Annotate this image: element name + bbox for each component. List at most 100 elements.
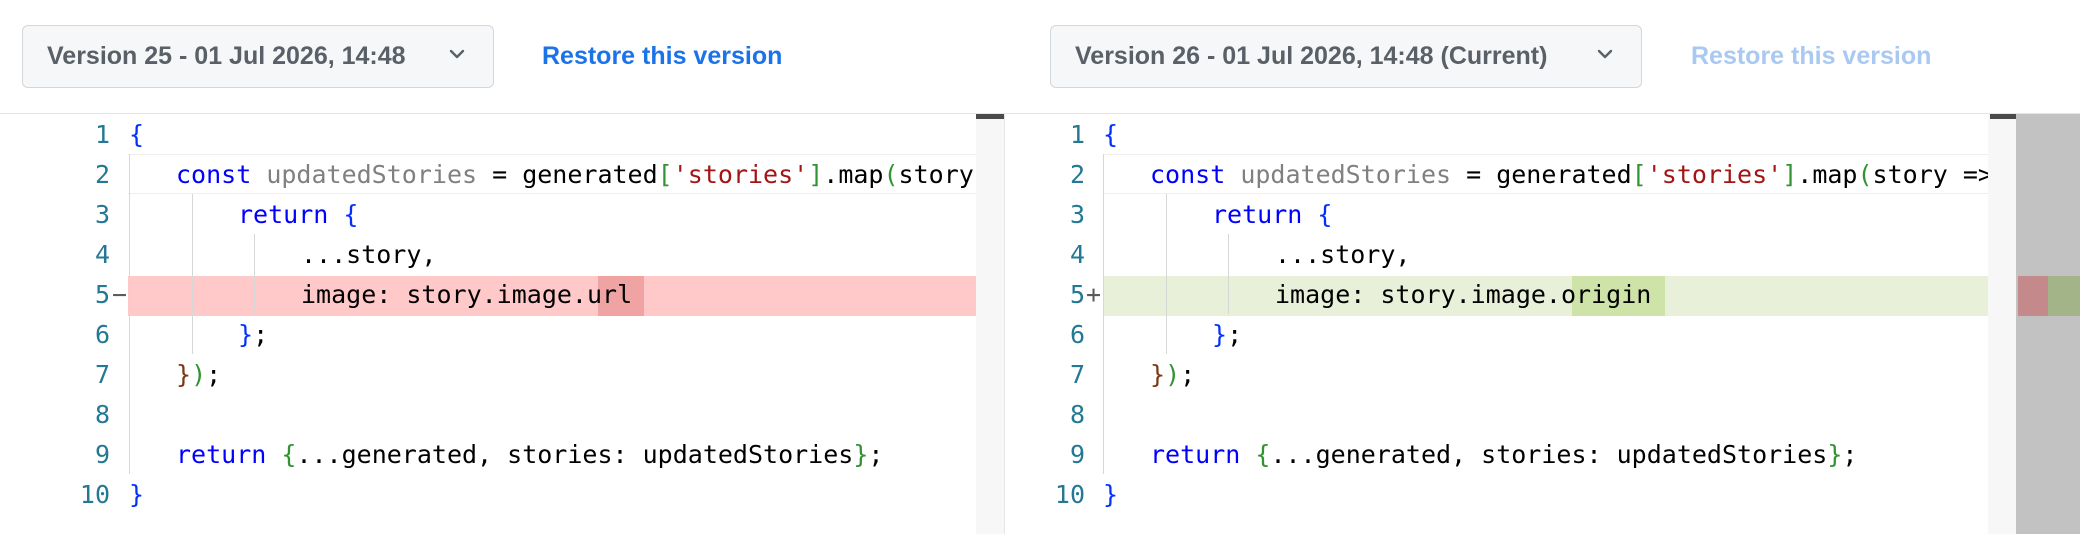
code-token: ) bbox=[191, 360, 207, 389]
code-line-9: return {...generated, stories: updatedSt… bbox=[176, 440, 883, 469]
code-token: = generated bbox=[477, 160, 658, 189]
code-token: ...story, bbox=[301, 240, 437, 269]
code-line-10: } bbox=[1103, 480, 1118, 509]
line-number: 10 bbox=[1054, 480, 1085, 509]
code-token: story => bbox=[1872, 160, 1993, 189]
code-line-6: }; bbox=[238, 320, 268, 349]
right-version-select[interactable]: Version 26 - 01 Jul 2026, 14:48 (Current… bbox=[1050, 25, 1642, 88]
code-token: { bbox=[1255, 440, 1271, 469]
code-line-2: const updatedStories = generated['storie… bbox=[1150, 160, 1993, 189]
code-token: ; bbox=[253, 320, 269, 349]
code-token: ...generated, stories: updatedStories bbox=[1270, 440, 1828, 469]
left-version-label: Version 25 - 01 Jul 2026, 14:48 bbox=[47, 42, 406, 70]
line-number: 3 bbox=[1069, 200, 1085, 229]
overview-added-marker bbox=[2048, 276, 2080, 316]
chevron-down-icon bbox=[449, 49, 465, 59]
added-word: origin bbox=[1560, 280, 1652, 309]
line-number: 6 bbox=[1069, 320, 1085, 349]
indent-guide bbox=[129, 154, 130, 474]
line-number: 1 bbox=[1069, 120, 1085, 149]
code-token: return bbox=[1150, 440, 1241, 469]
indent-guide bbox=[1166, 194, 1167, 354]
code-line-3: return { bbox=[238, 200, 358, 229]
line-number: 1 bbox=[94, 120, 110, 149]
code-line-1: { bbox=[129, 120, 144, 149]
code-token: = generated bbox=[1451, 160, 1632, 189]
line-number: 8 bbox=[94, 400, 110, 429]
right-editor-pane[interactable]: 1 2 3 4 5 6 7 8 9 10 + { const updatedSt… bbox=[1005, 114, 2016, 534]
code-line-1: { bbox=[1103, 120, 1118, 149]
code-token: ) bbox=[1165, 360, 1181, 389]
indent-guide bbox=[1228, 234, 1229, 314]
code-line-7: }); bbox=[176, 360, 221, 389]
code-token: ...story, bbox=[1275, 240, 1411, 269]
line-number: 7 bbox=[1069, 360, 1085, 389]
diff-overview-ruler[interactable] bbox=[2016, 114, 2080, 534]
code-line-2: const updatedStories = generated['storie… bbox=[176, 160, 974, 189]
indent-guide bbox=[192, 194, 193, 354]
left-version-select[interactable]: Version 25 - 01 Jul 2026, 14:48 bbox=[22, 25, 494, 88]
deleted-word: url bbox=[586, 280, 633, 309]
code-token: ; bbox=[1227, 320, 1243, 349]
right-version-label: Version 26 - 01 Jul 2026, 14:48 (Current… bbox=[1075, 42, 1548, 70]
overview-deleted-marker bbox=[2018, 276, 2048, 316]
code-token: { bbox=[343, 200, 359, 229]
code-token: ( bbox=[1857, 160, 1873, 189]
code-line-10: } bbox=[129, 480, 144, 509]
left-scroll-thumb[interactable] bbox=[976, 114, 1004, 119]
code-token: { bbox=[1103, 120, 1119, 149]
right-scroll-thumb[interactable] bbox=[1990, 114, 2016, 119]
code-token: ...generated, stories: updatedStories bbox=[296, 440, 854, 469]
code-token: { bbox=[281, 440, 297, 469]
line-number: 2 bbox=[1069, 160, 1085, 189]
line-number: 9 bbox=[1069, 440, 1085, 469]
line-number: 2 bbox=[94, 160, 110, 189]
code-token: } bbox=[1103, 480, 1119, 509]
code-token: updatedStories bbox=[1240, 160, 1452, 189]
code-token: ; bbox=[206, 360, 222, 389]
code-line-4: ...story, bbox=[1275, 240, 1410, 269]
code-line-3: return { bbox=[1212, 200, 1332, 229]
line-number: 4 bbox=[1069, 240, 1085, 269]
line-number: 3 bbox=[94, 200, 110, 229]
code-token: image: story.image. bbox=[301, 280, 587, 309]
code-token: } bbox=[853, 440, 869, 469]
left-editor-pane[interactable]: 1 2 3 4 5 6 7 8 9 10 − { const updatedSt… bbox=[0, 114, 1004, 534]
code-line-7: }); bbox=[1150, 360, 1195, 389]
code-token: return bbox=[176, 440, 267, 469]
right-scroll-track[interactable] bbox=[1988, 114, 2016, 534]
code-token: ] bbox=[1782, 160, 1798, 189]
code-line-4: ...story, bbox=[301, 240, 436, 269]
line-number: 8 bbox=[1069, 400, 1085, 429]
code-token: updatedStories bbox=[266, 160, 478, 189]
code-token: ; bbox=[1180, 360, 1196, 389]
right-restore-button[interactable]: Restore this version bbox=[1691, 42, 1931, 71]
left-scroll-track[interactable] bbox=[976, 114, 1004, 534]
code-line-5: image: story.image.url bbox=[301, 280, 632, 309]
code-token: const bbox=[176, 160, 252, 189]
code-token: } bbox=[238, 320, 254, 349]
code-token: .map bbox=[823, 160, 884, 189]
left-restore-button[interactable]: Restore this version bbox=[542, 42, 782, 71]
code-line-5: image: story.image.origin bbox=[1275, 280, 1651, 309]
code-token: ; bbox=[868, 440, 884, 469]
code-token: return bbox=[1212, 200, 1303, 229]
line-number: 9 bbox=[94, 440, 110, 469]
line-number: 6 bbox=[94, 320, 110, 349]
code-token: { bbox=[1317, 200, 1333, 229]
code-line-6: }; bbox=[1212, 320, 1242, 349]
code-token: } bbox=[1212, 320, 1228, 349]
code-token: const bbox=[1150, 160, 1226, 189]
added-line-marker: + bbox=[1086, 280, 1102, 309]
chevron-down-icon bbox=[1597, 49, 1613, 59]
code-token: return bbox=[238, 200, 329, 229]
line-number: 4 bbox=[94, 240, 110, 269]
code-token: .map bbox=[1797, 160, 1858, 189]
code-token: ( bbox=[883, 160, 899, 189]
code-line-9: return {...generated, stories: updatedSt… bbox=[1150, 440, 1857, 469]
code-token: story bbox=[898, 160, 974, 189]
indent-guide bbox=[254, 234, 255, 314]
code-token: ; bbox=[1842, 440, 1858, 469]
code-token: } bbox=[176, 360, 192, 389]
indent-guide bbox=[1103, 154, 1104, 474]
